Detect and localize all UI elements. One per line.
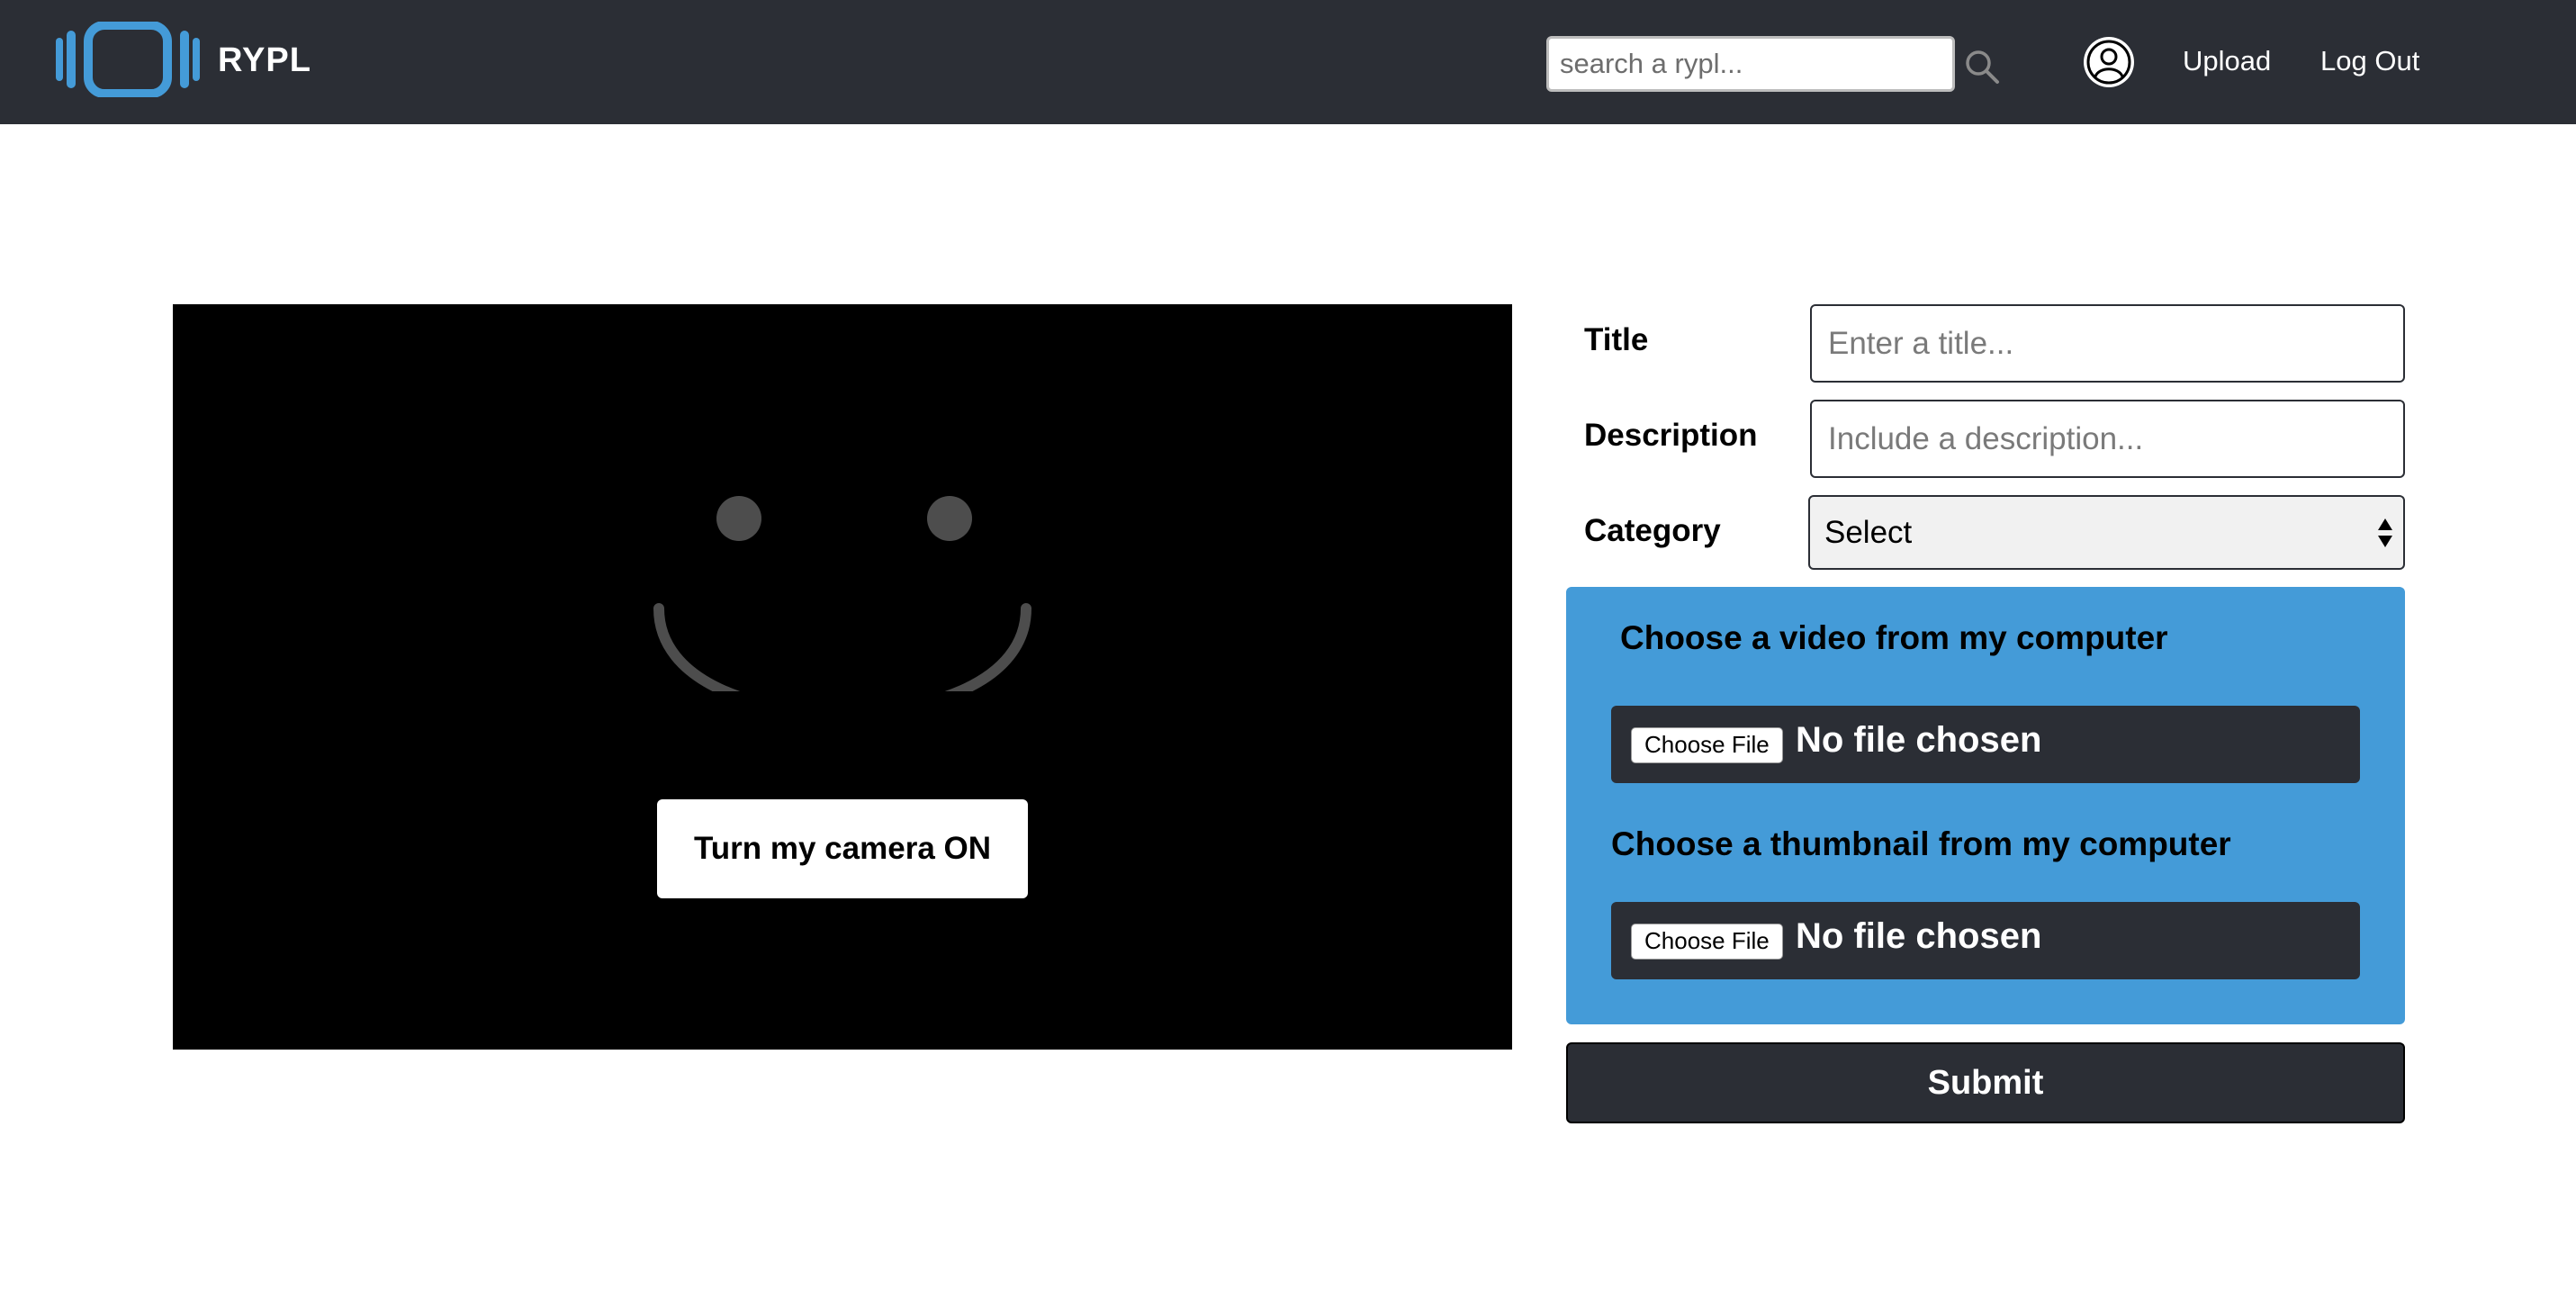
search-input[interactable] (1546, 36, 1955, 92)
description-label: Description (1584, 418, 1758, 453)
choose-thumbnail-file-button[interactable]: Choose File (1631, 924, 1783, 960)
submit-button[interactable]: Submit (1566, 1042, 2405, 1123)
video-file-status: No file chosen (1796, 720, 2042, 760)
category-selected-value: Select (1824, 515, 1913, 550)
description-input[interactable] (1810, 400, 2405, 478)
brand-name[interactable]: RYPL (218, 41, 311, 80)
video-file-input[interactable]: Choose File No file chosen (1611, 706, 2360, 783)
nav-logout-link[interactable]: Log Out (2320, 45, 2419, 77)
user-circle-icon[interactable] (2083, 36, 2135, 88)
thumbnail-upload-heading: Choose a thumbnail from my computer (1611, 825, 2231, 862)
video-upload-heading: Choose a video from my computer (1620, 619, 2168, 656)
search-icon[interactable] (1962, 47, 2002, 86)
thumbnail-file-input[interactable]: Choose File No file chosen (1611, 902, 2360, 979)
camera-preview: Turn my camera ON (173, 304, 1512, 1050)
choose-video-file-button[interactable]: Choose File (1631, 727, 1783, 763)
rypl-logo-icon[interactable] (54, 22, 202, 97)
select-arrows-icon (2378, 518, 2392, 547)
title-input[interactable] (1810, 304, 2405, 383)
category-label: Category (1584, 513, 1721, 548)
category-select[interactable]: Select (1808, 495, 2405, 570)
top-navbar: RYPL Upload Log Out (0, 0, 2576, 124)
title-label: Title (1584, 322, 1649, 357)
nav-upload-link[interactable]: Upload (2183, 45, 2271, 77)
turn-camera-on-button[interactable]: Turn my camera ON (657, 799, 1028, 898)
thumbnail-file-status: No file chosen (1796, 916, 2042, 956)
upload-panel: Choose a video from my computer Choose F… (1566, 587, 2405, 1024)
smiley-face-icon (653, 496, 1031, 691)
